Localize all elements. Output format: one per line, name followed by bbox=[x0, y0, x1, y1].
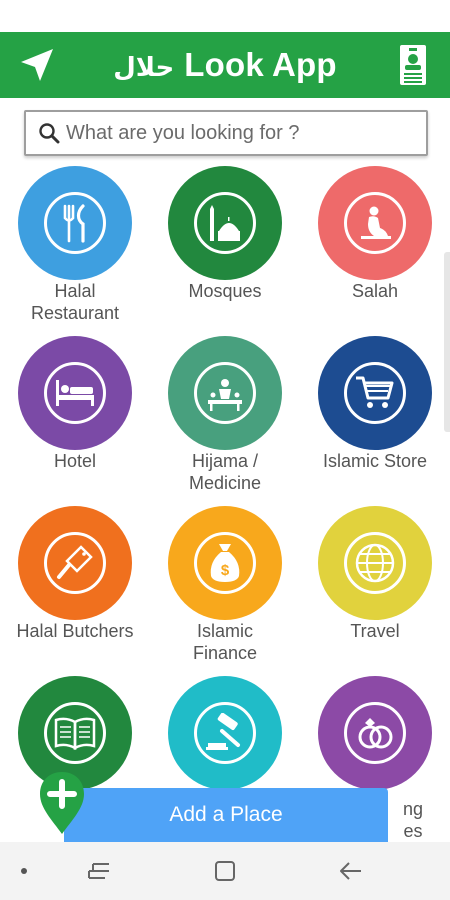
bed-icon bbox=[44, 362, 106, 424]
location-arrow-icon bbox=[21, 49, 53, 81]
app-title: حلال Look App bbox=[113, 46, 337, 84]
category-halal-butchers[interactable]: Halal Butchers bbox=[0, 506, 150, 666]
category-circle bbox=[168, 676, 282, 790]
category-circle bbox=[318, 506, 432, 620]
id-card-icon bbox=[400, 45, 426, 85]
category-circle bbox=[18, 506, 132, 620]
category-halal-restaurant[interactable]: Halal Restaurant bbox=[0, 166, 150, 326]
category-islamic-store[interactable]: Islamic Store bbox=[300, 336, 450, 496]
quran-book-icon bbox=[44, 702, 106, 764]
category-label: Halal Restaurant bbox=[30, 281, 120, 323]
category-mosques[interactable]: Mosques bbox=[150, 166, 300, 326]
location-arrow-button[interactable] bbox=[16, 44, 58, 86]
category-circle bbox=[318, 166, 432, 280]
category-islamic-finance[interactable]: $ Islamic Finance bbox=[150, 506, 300, 666]
fork-knife-icon bbox=[44, 192, 106, 254]
add-place-label: Add a Place bbox=[169, 803, 283, 826]
category-circle bbox=[318, 336, 432, 450]
category-circle bbox=[18, 336, 132, 450]
category-label: Salah bbox=[351, 281, 399, 301]
add-place-button[interactable]: Add a Place bbox=[64, 788, 388, 842]
home-square-icon bbox=[215, 861, 235, 881]
category-label: Mosques bbox=[188, 281, 262, 301]
category-travel[interactable]: Travel bbox=[300, 506, 450, 666]
globe-icon bbox=[344, 532, 406, 594]
search-input[interactable] bbox=[66, 121, 406, 145]
category-circle bbox=[168, 166, 282, 280]
category-circle bbox=[18, 166, 132, 280]
recent-apps-button[interactable] bbox=[86, 858, 112, 884]
shopping-cart-icon bbox=[344, 362, 406, 424]
category-circle: $ bbox=[168, 506, 282, 620]
back-button[interactable] bbox=[338, 858, 364, 884]
category-label: Islamic Finance bbox=[192, 621, 258, 663]
wedding-rings-icon bbox=[344, 702, 406, 764]
category-hijama-medicine[interactable]: Hijama / Medicine bbox=[150, 336, 300, 496]
svg-text:$: $ bbox=[221, 562, 230, 579]
title-main: Look App bbox=[184, 46, 337, 83]
praying-person-icon bbox=[344, 192, 406, 254]
add-place-pin-icon[interactable] bbox=[38, 770, 86, 836]
search-icon bbox=[39, 123, 60, 144]
category-label: Islamic Store bbox=[322, 451, 428, 471]
category-label: Travel bbox=[350, 621, 400, 641]
category-label: Hotel bbox=[53, 451, 97, 471]
home-button[interactable] bbox=[212, 858, 238, 884]
app-bar: حلال Look App bbox=[0, 32, 450, 98]
category-circle bbox=[168, 336, 282, 450]
category-hotel[interactable]: Hotel bbox=[0, 336, 150, 496]
back-arrow-icon bbox=[340, 862, 361, 880]
status-bar bbox=[0, 0, 450, 32]
money-bag-icon: $ bbox=[194, 532, 256, 594]
search-box[interactable] bbox=[24, 110, 428, 156]
category-label: Hijama / Medicine bbox=[188, 451, 262, 493]
category-label: Halal Butchers bbox=[16, 621, 134, 641]
system-nav-bar bbox=[0, 842, 450, 900]
profile-card-button[interactable] bbox=[398, 43, 428, 87]
category-circle bbox=[318, 676, 432, 790]
title-arabic: حلال bbox=[113, 53, 175, 83]
cleaver-icon bbox=[44, 532, 106, 594]
mosque-icon bbox=[194, 192, 256, 254]
hijama-icon bbox=[194, 362, 256, 424]
recent-apps-icon bbox=[88, 863, 109, 879]
category-salah[interactable]: Salah bbox=[300, 166, 450, 326]
gavel-icon bbox=[194, 702, 256, 764]
nav-dot bbox=[18, 858, 30, 884]
